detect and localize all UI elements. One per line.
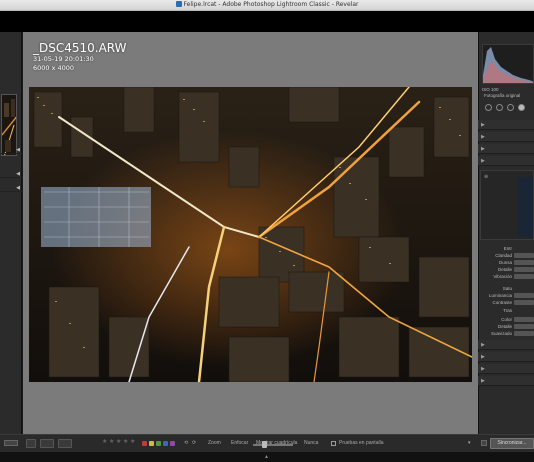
color-label-purple[interactable] xyxy=(170,441,175,446)
bottom-toolbar: ★ ★ ★ ★ ★ ⟲ ⟳ Zoom Enfocar Mostrar cuadr… xyxy=(0,434,534,452)
label-vibracion: Vibración xyxy=(493,274,512,279)
slider-luminancia[interactable] xyxy=(514,293,534,298)
slider-suavizado[interactable] xyxy=(514,331,534,336)
label-color: Color xyxy=(501,317,512,322)
slider-color[interactable] xyxy=(514,317,534,322)
panel-section-tone-curve[interactable]: ▶ xyxy=(478,132,534,142)
label-suavizado: Suavizado xyxy=(490,331,512,336)
label-luminancia: Luminancia xyxy=(488,293,512,298)
expand-triangle-icon: ◀ xyxy=(16,185,20,191)
expand-triangle-icon: ◀ xyxy=(16,171,20,177)
detail-preview-image xyxy=(517,177,533,237)
rating-star-icon[interactable]: ★ xyxy=(109,438,114,445)
expand-triangle-icon: ▶ xyxy=(481,342,485,348)
color-label-green[interactable] xyxy=(156,441,161,446)
original-photo-label[interactable]: Fotografía original xyxy=(484,93,534,98)
red-eye-tool-icon[interactable] xyxy=(507,104,514,111)
filmstrip-footer: ▴ xyxy=(0,452,534,462)
expand-triangle-icon: ▶ xyxy=(481,134,485,140)
sync-button[interactable]: Sincronizar... xyxy=(490,438,534,449)
title-bar: Felipe.lrcat - Adobe Photoshop Lightroom… xyxy=(0,0,534,11)
target-icon[interactable]: ⊕ xyxy=(484,174,488,180)
panel-section-hsl[interactable]: ▶ xyxy=(478,144,534,154)
window-title: Felipe.lrcat - Adobe Photoshop Lightroom… xyxy=(183,1,359,8)
slider-vibracion[interactable] xyxy=(514,274,534,279)
histogram-iso-label: ISO 100 xyxy=(482,87,499,92)
identity-plate xyxy=(0,11,534,32)
histogram[interactable] xyxy=(482,44,534,84)
left-panel: ◀ ◀ ◀ xyxy=(0,32,22,452)
label-contraste: Contraste xyxy=(492,300,512,305)
zoom-label[interactable]: Zoom xyxy=(208,440,221,446)
color-label-yellow[interactable] xyxy=(149,441,154,446)
rotate-right-icon[interactable]: ⟳ xyxy=(192,440,196,446)
label-detalle-color: Detalle xyxy=(497,324,512,329)
photo-filename: _DSC4510.ARW xyxy=(33,41,127,55)
photo-dimensions: 6000 x 4000 xyxy=(33,64,75,72)
panel-section-transform[interactable]: ▶ xyxy=(478,352,534,362)
before-after-button[interactable] xyxy=(40,439,54,448)
enfocar-label[interactable]: Enfocar xyxy=(231,440,248,446)
right-panel-toggle[interactable] xyxy=(481,440,487,446)
panel-section-split-toning[interactable]: ▶ xyxy=(478,156,534,166)
soft-proof-label[interactable]: Pruebas en pantalla xyxy=(339,440,383,446)
slider-detalle[interactable] xyxy=(514,267,534,272)
expand-triangle-icon: ▶ xyxy=(481,354,485,360)
left-panel-button[interactable] xyxy=(4,440,18,446)
photo-datetime: 31-05-19 20:01:30 xyxy=(33,55,94,63)
main-photo[interactable] xyxy=(29,87,472,382)
graduated-filter-tool-icon[interactable] xyxy=(518,104,525,111)
soft-proof-checkbox[interactable] xyxy=(331,441,336,446)
rating-star-icon[interactable]: ★ xyxy=(130,438,135,445)
expand-triangle-icon: ▶ xyxy=(481,158,485,164)
expand-triangle-icon: ▶ xyxy=(481,378,485,384)
panel-section-calibration[interactable]: ▶ xyxy=(478,376,534,386)
label-entr: Entr xyxy=(503,246,512,251)
slider-dunsa[interactable] xyxy=(514,260,534,265)
expand-triangle-icon: ▶ xyxy=(481,122,485,128)
develop-tool-strip xyxy=(482,101,534,115)
rating-star-icon[interactable]: ★ xyxy=(123,438,128,445)
label-claridad: Claridad xyxy=(495,253,512,258)
grid-size-slider-knob[interactable] xyxy=(262,441,267,448)
grid-size-slider-track xyxy=(253,444,293,446)
panel-section-lens-corrections[interactable]: ▶ xyxy=(478,340,534,350)
label-detalle: Detalle xyxy=(497,267,512,272)
panel-section-effects[interactable]: ▶ xyxy=(478,364,534,374)
label-satu: Satu xyxy=(502,286,512,291)
label-tras: Tras xyxy=(503,308,512,313)
city-night-photo xyxy=(29,87,472,382)
left-panel-row-presets[interactable]: ◀ xyxy=(0,146,22,154)
rating-star-icon[interactable]: ★ xyxy=(116,438,121,445)
rating-star-icon[interactable]: ★ xyxy=(102,438,107,445)
filmstrip-expand-icon[interactable]: ▴ xyxy=(265,453,268,460)
slider-contraste[interactable] xyxy=(514,300,534,305)
expand-triangle-icon: ▶ xyxy=(481,146,485,152)
spot-removal-tool-icon[interactable] xyxy=(496,104,503,111)
rotate-left-icon[interactable]: ⟲ xyxy=(184,440,188,446)
nunca-dropdown[interactable]: Nunca xyxy=(304,440,318,446)
expand-triangle-icon: ◀ xyxy=(16,147,20,153)
loupe-view-button[interactable] xyxy=(26,439,36,448)
lightroom-app-icon xyxy=(175,1,182,7)
toolbar-dropdown-chevron-icon[interactable]: ▾ xyxy=(468,440,471,446)
left-panel-row-snapshots[interactable]: ◀ xyxy=(0,170,22,178)
expand-triangle-icon: ▶ xyxy=(481,366,485,372)
slider-claridad[interactable] xyxy=(514,253,534,258)
histogram-graph xyxy=(483,45,533,83)
slider-detalle-color[interactable] xyxy=(514,324,534,329)
label-dunsa: Dunsa xyxy=(498,260,512,265)
detail-preview-box[interactable]: ⊕ xyxy=(480,170,534,240)
photo-info-overlay: _DSC4510.ARW 31-05-19 20:01:30 6000 x 40… xyxy=(33,42,127,73)
crop-tool-icon[interactable] xyxy=(485,104,492,111)
color-label-blue[interactable] xyxy=(163,441,168,446)
panel-section-basic[interactable]: ▶ xyxy=(478,120,534,130)
window-title-wrap: Felipe.lrcat - Adobe Photoshop Lightroom… xyxy=(0,1,534,8)
left-panel-row-history[interactable]: ◀ xyxy=(0,184,22,192)
color-label-red[interactable] xyxy=(142,441,147,446)
view-modes-button[interactable] xyxy=(58,439,72,448)
